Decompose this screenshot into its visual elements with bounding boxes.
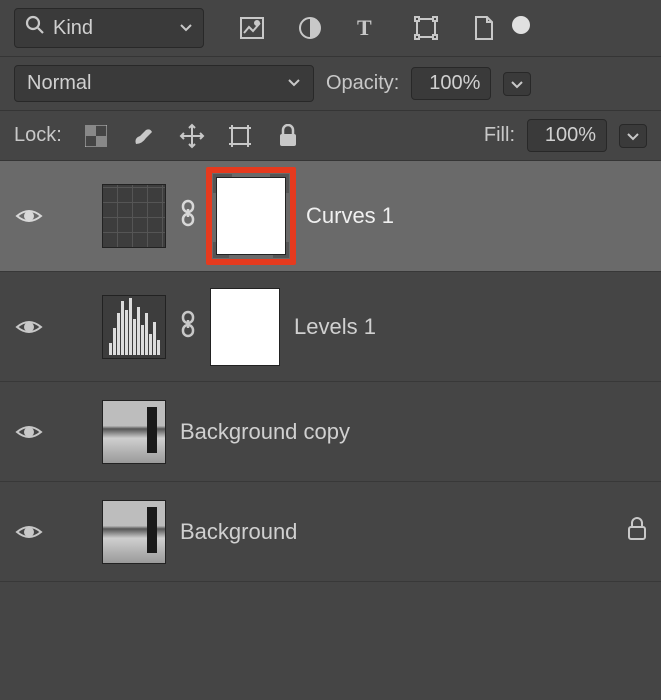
opacity-dropdown-button[interactable] xyxy=(503,72,531,96)
visibility-icon[interactable] xyxy=(14,522,44,542)
svg-text:T: T xyxy=(357,17,372,39)
fill-dropdown-button[interactable] xyxy=(619,124,647,148)
lock-label: Lock: xyxy=(14,124,62,147)
lock-artboard-icon[interactable] xyxy=(224,120,256,152)
lock-paint-icon[interactable] xyxy=(128,120,160,152)
lock-icon[interactable] xyxy=(627,517,647,547)
lock-row: Lock: Fill: 100% xyxy=(0,111,661,161)
chevron-down-icon xyxy=(287,72,301,95)
visibility-icon[interactable] xyxy=(14,422,44,442)
lock-position-icon[interactable] xyxy=(176,120,208,152)
blend-row: Normal Opacity: 100% xyxy=(0,57,661,111)
filter-smartobject-icon[interactable] xyxy=(468,12,500,44)
layer-background-copy[interactable]: Background copy xyxy=(0,382,661,482)
filter-row: Kind T xyxy=(0,0,661,57)
layer-name[interactable]: Levels 1 xyxy=(294,314,376,340)
link-icon[interactable] xyxy=(180,199,196,233)
layer-thumbnail[interactable] xyxy=(102,500,166,564)
blend-mode-label: Normal xyxy=(27,72,91,95)
lock-all-icon[interactable] xyxy=(272,120,304,152)
lock-transparency-icon[interactable] xyxy=(80,120,112,152)
fill-value[interactable]: 100% xyxy=(527,119,607,152)
visibility-icon[interactable] xyxy=(14,206,44,226)
filter-type-layer-icon[interactable]: T xyxy=(352,12,384,44)
opacity-value[interactable]: 100% xyxy=(411,67,491,100)
chevron-down-icon xyxy=(179,17,193,40)
opacity-label: Opacity: xyxy=(326,72,399,95)
filter-shape-icon[interactable] xyxy=(410,12,442,44)
layer-mask-highlighted[interactable] xyxy=(206,167,296,265)
layer-curves-1[interactable]: Curves 1 xyxy=(0,161,661,272)
layer-list: Curves 1 Levels 1 Background cop xyxy=(0,161,661,582)
adjustment-thumb-curves[interactable] xyxy=(102,184,166,248)
adjustment-thumb-levels[interactable] xyxy=(102,295,166,359)
layer-background[interactable]: Background xyxy=(0,482,661,582)
filter-type-dropdown[interactable]: Kind xyxy=(14,8,204,48)
search-icon xyxy=(25,15,45,41)
filter-adjustment-icon[interactable] xyxy=(294,12,326,44)
layer-name[interactable]: Background xyxy=(180,519,297,545)
blend-mode-dropdown[interactable]: Normal xyxy=(14,65,314,102)
layer-name[interactable]: Curves 1 xyxy=(306,203,394,229)
layers-panel: Kind T Normal xyxy=(0,0,661,700)
filter-icons: T xyxy=(236,12,500,44)
visibility-icon[interactable] xyxy=(14,317,44,337)
layer-thumbnail[interactable] xyxy=(102,400,166,464)
layer-name[interactable]: Background copy xyxy=(180,419,350,445)
layer-levels-1[interactable]: Levels 1 xyxy=(0,272,661,382)
layer-mask[interactable] xyxy=(210,288,280,366)
link-icon[interactable] xyxy=(180,310,196,344)
filter-type-label: Kind xyxy=(53,17,93,40)
fill-label: Fill: xyxy=(484,124,515,147)
filter-toggle[interactable] xyxy=(512,16,530,34)
filter-pixel-icon[interactable] xyxy=(236,12,268,44)
